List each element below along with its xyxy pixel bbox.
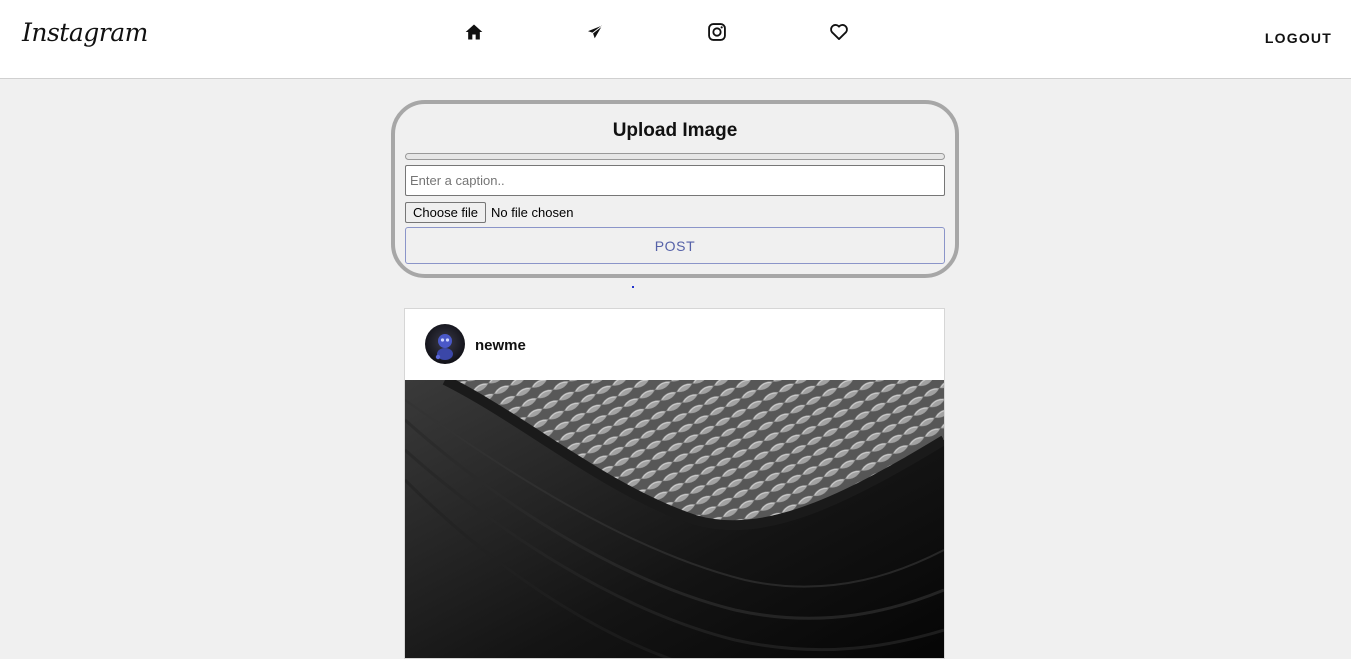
heart-icon[interactable] <box>828 21 850 43</box>
logout-button[interactable]: LOGOUT <box>1265 30 1332 46</box>
avatar[interactable] <box>425 324 465 364</box>
top-navbar: Instagram LOGOUT <box>0 0 1351 79</box>
caption-input[interactable] <box>405 165 945 196</box>
upload-title: Upload Image <box>612 120 738 141</box>
instagram-icon[interactable] <box>706 21 728 43</box>
instagram-logo[interactable]: Instagram <box>22 18 148 47</box>
file-picker: Choose file No file chosen <box>405 201 573 223</box>
send-icon[interactable] <box>584 21 606 43</box>
post-image <box>405 380 944 658</box>
post-card: newme <box>404 308 945 659</box>
post-button[interactable]: POST <box>405 227 945 264</box>
choose-file-button[interactable]: Choose file <box>405 201 487 223</box>
home-icon[interactable] <box>463 21 485 43</box>
file-status-text: No file chosen <box>491 204 574 220</box>
post-username[interactable]: newme <box>475 337 526 354</box>
loading-dot <box>632 286 634 288</box>
upload-card: Upload Image Choose file No file chosen … <box>391 100 959 278</box>
post-header: newme <box>405 309 944 380</box>
upload-progress-bar <box>405 153 945 160</box>
